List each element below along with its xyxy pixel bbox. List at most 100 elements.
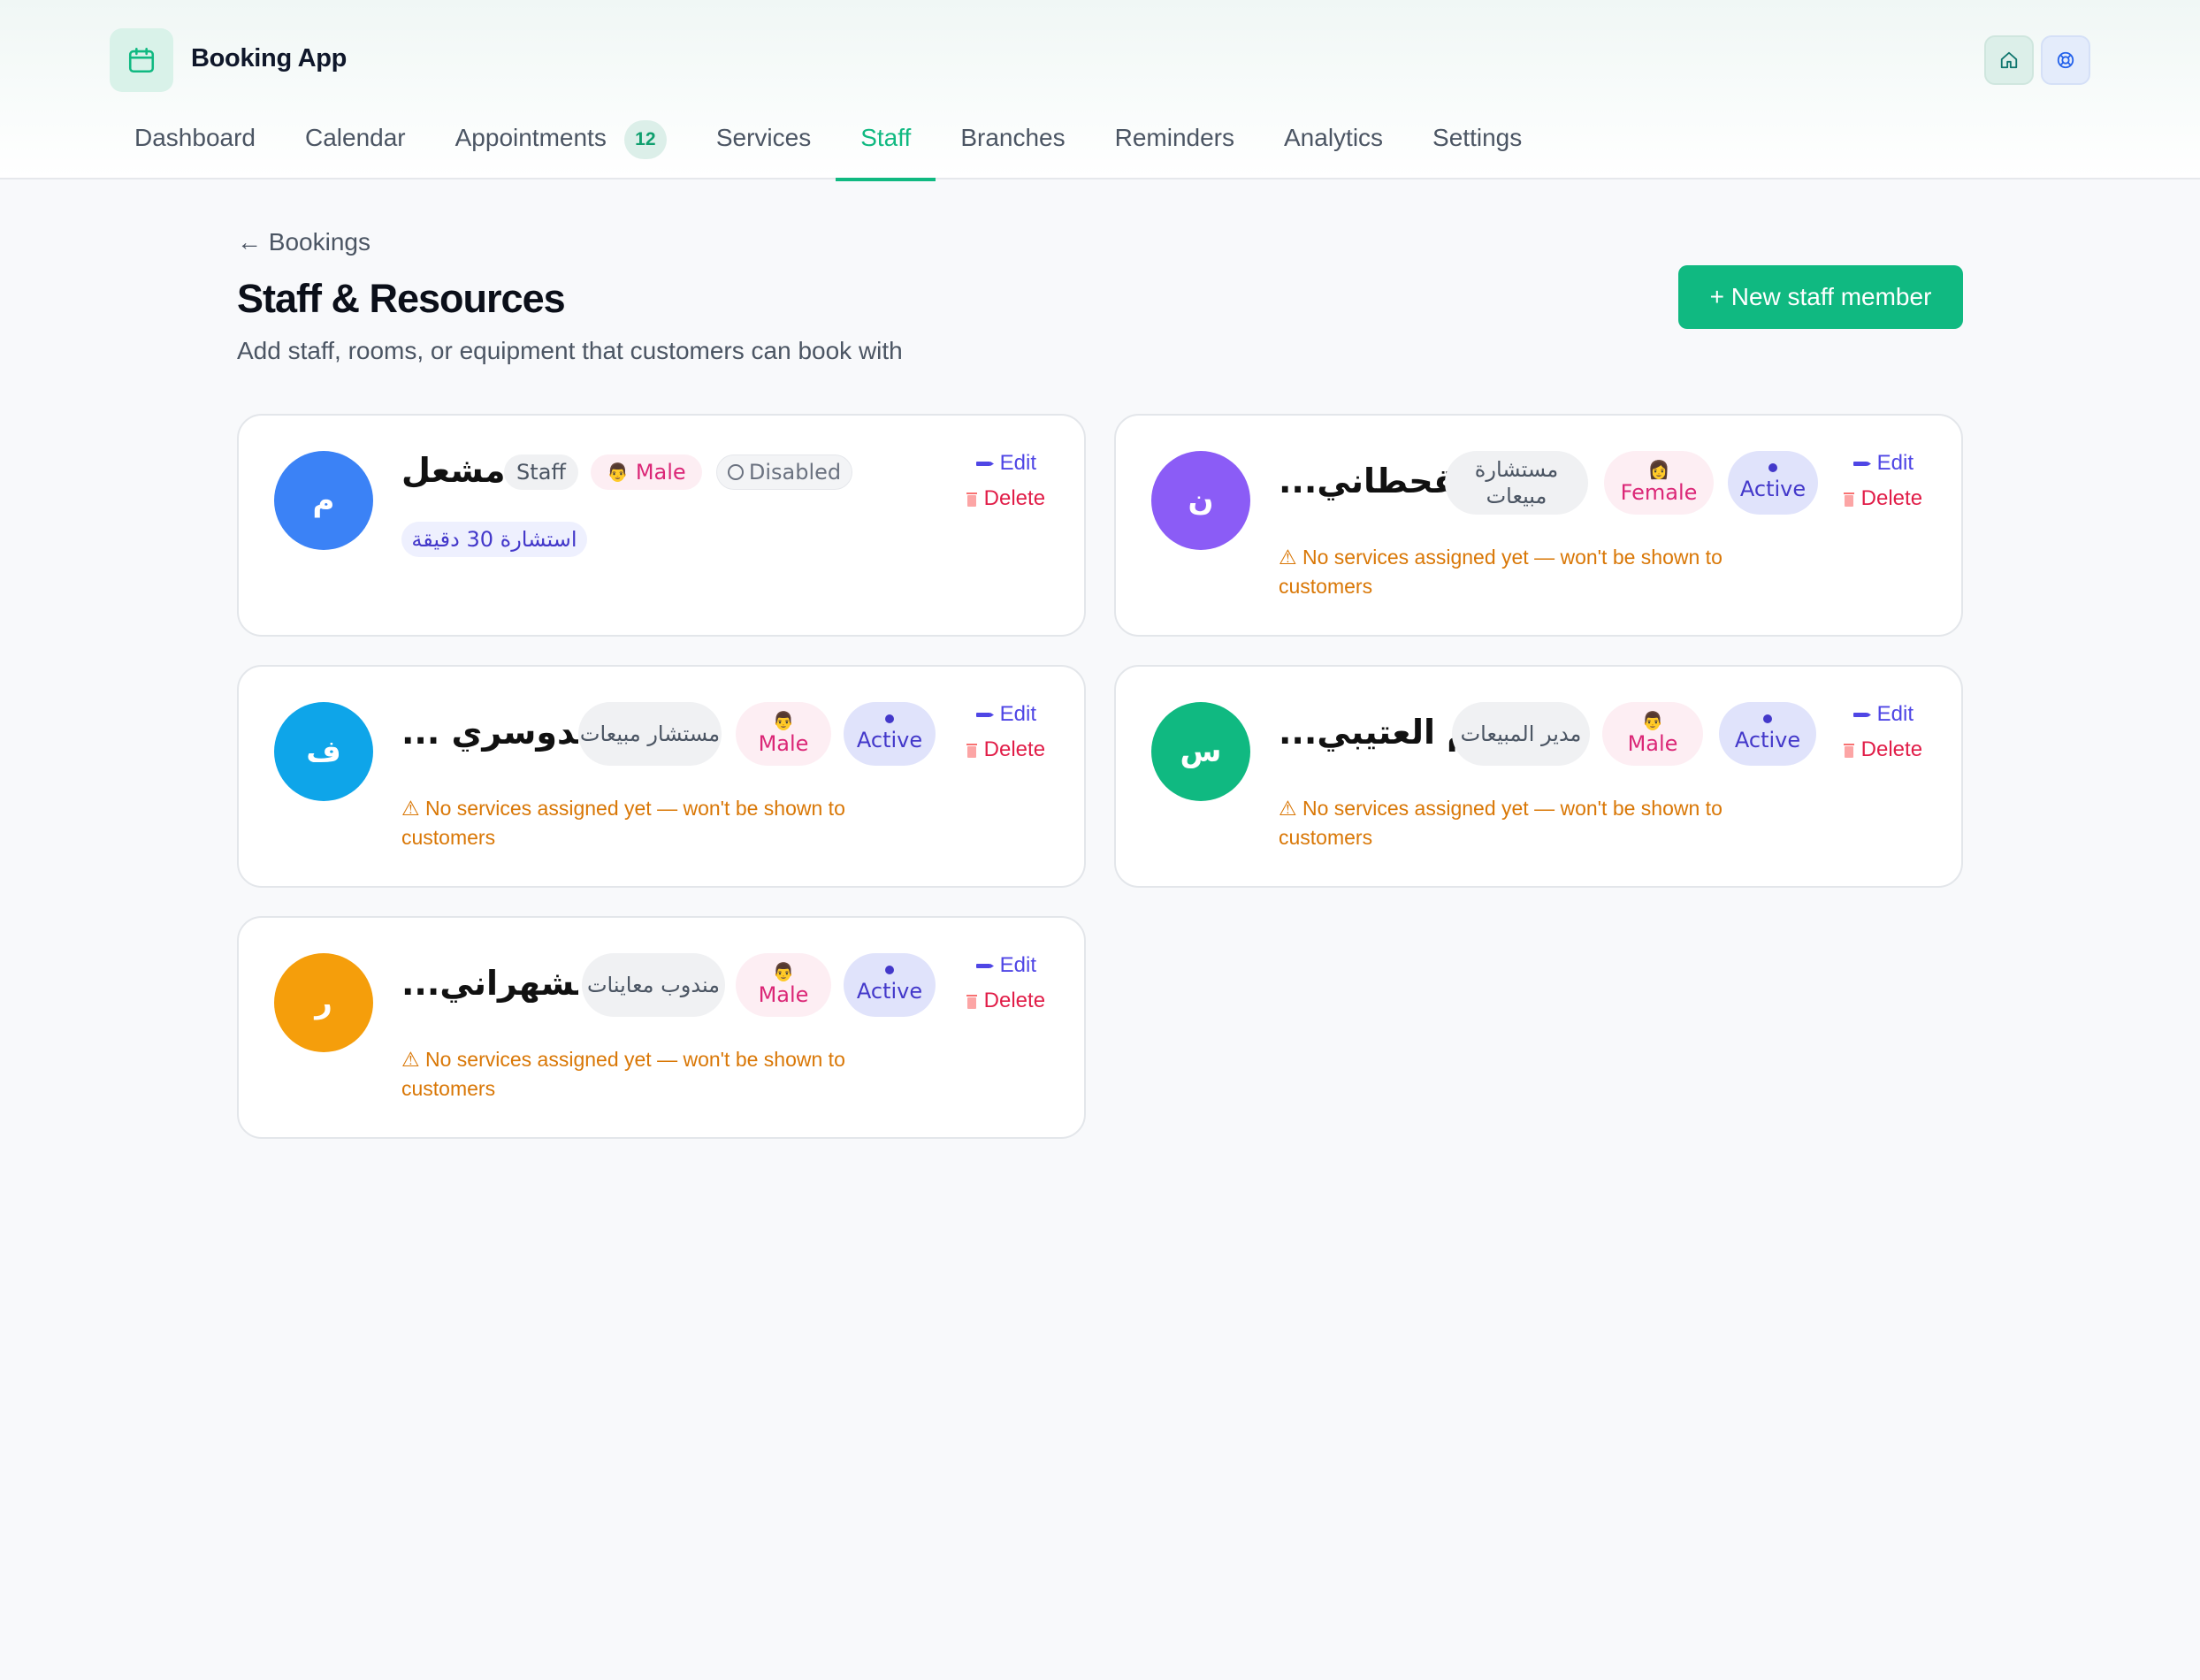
status-label: Active: [1739, 477, 1807, 501]
pencil-icon: [976, 713, 994, 717]
role-badge: مندوب معاينات: [582, 953, 725, 1017]
service-tag: استشارة 30 دقيقة: [401, 522, 587, 557]
delete-button[interactable]: Delete: [1843, 737, 1922, 762]
staff-name: ...م العتيبي: [1279, 713, 1455, 752]
nav-calendar[interactable]: Calendar: [280, 115, 431, 179]
pencil-icon: [976, 964, 994, 968]
status-dot-icon: [885, 966, 894, 974]
staff-card: ف ... الدوسري مستشار مبيعات 👨Male Active…: [237, 665, 1086, 888]
nav-services[interactable]: Services: [691, 115, 836, 179]
edit-button[interactable]: Edit: [1852, 702, 1914, 727]
gender-badge: 👨 Male: [1602, 702, 1703, 766]
staff-name: ...لقحطاني: [1279, 462, 1455, 500]
nav-label: Branches: [960, 124, 1066, 151]
edit-button[interactable]: Edit: [974, 451, 1036, 476]
status-label: Active: [1734, 728, 1801, 752]
status-badge: Active: [1728, 451, 1818, 515]
staff-card: ن ...لقحطاني مستشارة مبيعات 👩 Female Acti…: [1114, 414, 1963, 637]
new-staff-member-button[interactable]: + New staff member: [1678, 265, 1963, 329]
help-button[interactable]: [2041, 35, 2090, 85]
nav-label: Reminders: [1114, 124, 1234, 151]
home-button[interactable]: [1984, 35, 2034, 85]
status-badge: Active: [1719, 702, 1816, 766]
gender-badge: 👨 Male: [591, 454, 702, 490]
status-badge: Active: [844, 702, 936, 766]
avatar: ف: [274, 702, 373, 801]
edit-button[interactable]: Edit: [974, 953, 1036, 978]
gender-emoji-icon: 👨: [772, 961, 795, 982]
role-badge: مستشارة مبيعات: [1445, 451, 1588, 515]
gender-label: Male: [1627, 731, 1678, 756]
role-badge: مدير المبيعات: [1452, 702, 1590, 766]
gender-badge: 👨 Male: [736, 702, 831, 766]
gender-label: Female: [1620, 480, 1698, 505]
nav-label: Appointments: [455, 124, 607, 151]
nav-label: Settings: [1432, 124, 1523, 151]
delete-label: Delete: [983, 486, 1046, 510]
page-subtitle: Add staff, rooms, or equipment that cust…: [237, 337, 903, 364]
delete-label: Delete: [983, 989, 1046, 1012]
circle-icon: [727, 464, 744, 480]
nav-settings[interactable]: Settings: [1408, 115, 1547, 179]
avatar: م: [274, 451, 373, 550]
status-label: Disabled: [748, 460, 842, 485]
status-dot-icon: [1768, 463, 1777, 472]
edit-label: Edit: [1876, 702, 1914, 726]
role-badge: Staff: [504, 454, 578, 490]
trash-icon: [1844, 744, 1854, 758]
nav-label: Services: [715, 124, 812, 151]
edit-label: Edit: [999, 953, 1037, 977]
status-label: Active: [856, 728, 923, 752]
gender-emoji-icon: 👨: [1641, 710, 1664, 731]
home-icon: [2000, 51, 2018, 69]
nav-label: Dashboard: [134, 124, 256, 151]
staff-card: م مشعل Staff 👨 Male Disabled استشارة 30 …: [237, 414, 1086, 637]
status-dot-icon: [885, 714, 894, 723]
appointments-count-badge: 12: [623, 120, 667, 159]
nav-label: Analytics: [1284, 124, 1384, 151]
no-services-warning: ⚠ No services assigned yet — won't be sh…: [1279, 797, 1723, 849]
avatar: س: [1151, 702, 1250, 801]
gender-emoji-icon: 👩: [1647, 459, 1670, 480]
delete-button[interactable]: Delete: [966, 989, 1045, 1013]
nav-staff[interactable]: Staff: [836, 115, 936, 181]
delete-button[interactable]: Delete: [1843, 486, 1922, 511]
avatar: ر: [274, 953, 373, 1052]
back-to-bookings-link[interactable]: ← Bookings: [237, 228, 370, 256]
edit-button[interactable]: Edit: [974, 702, 1036, 727]
delete-button[interactable]: Delete: [966, 486, 1045, 511]
no-services-warning: ⚠ No services assigned yet — won't be sh…: [1279, 546, 1723, 598]
pencil-icon: [1853, 713, 1871, 717]
delete-label: Delete: [1860, 737, 1923, 761]
edit-label: Edit: [1876, 451, 1914, 475]
nav-dashboard[interactable]: Dashboard: [110, 115, 280, 179]
delete-label: Delete: [983, 737, 1046, 761]
nav-label: Staff: [860, 124, 912, 151]
nav-label: Calendar: [304, 124, 406, 151]
delete-button[interactable]: Delete: [966, 737, 1045, 762]
staff-name: ...الشهراني: [401, 964, 578, 1003]
staff-name: مشعل: [401, 451, 506, 490]
calendar-logo-icon: [110, 28, 173, 92]
status-label: Active: [856, 979, 923, 1004]
pencil-icon: [1853, 462, 1871, 466]
role-badge: مستشار مبيعات: [578, 702, 722, 766]
delete-label: Delete: [1860, 486, 1923, 510]
nav-analytics[interactable]: Analytics: [1259, 115, 1408, 179]
gender-label: Male: [758, 731, 809, 756]
status-badge: Active: [844, 953, 936, 1017]
gender-badge: 👩 Female: [1604, 451, 1714, 515]
nav-branches[interactable]: Branches: [936, 115, 1089, 179]
staff-card: س ...م العتيبي مدير المبيعات 👨Male Activ…: [1114, 665, 1963, 888]
app-header: Booking App Dashboard Calendar Appointme…: [0, 0, 2200, 181]
gender-label: Male: [758, 982, 809, 1007]
page-title: Staff & Resources: [237, 276, 566, 321]
edit-button[interactable]: Edit: [1852, 451, 1914, 476]
staff-card: ر ...الشهراني مندوب معاينات 👨Male Active…: [237, 916, 1086, 1139]
edit-label: Edit: [999, 451, 1037, 475]
staff-name: ... الدوسري: [401, 713, 578, 752]
no-services-warning: ⚠ No services assigned yet — won't be sh…: [401, 1048, 845, 1100]
nav-reminders[interactable]: Reminders: [1090, 115, 1259, 179]
gender-badge: 👨 Male: [736, 953, 831, 1017]
nav-appointments[interactable]: Appointments 12: [431, 115, 691, 179]
